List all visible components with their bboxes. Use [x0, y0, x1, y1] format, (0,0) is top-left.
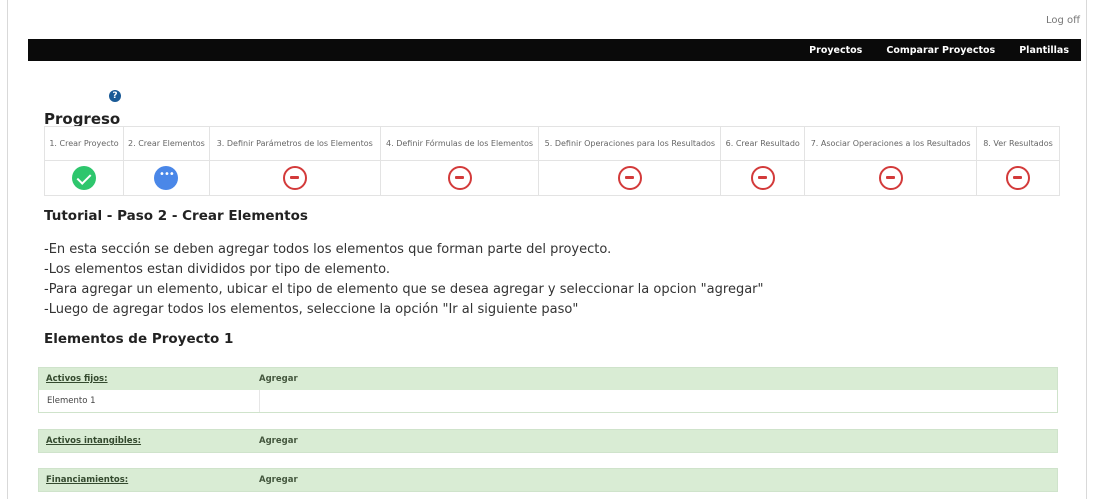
nav-comparar-proyectos[interactable]: Comparar Proyectos	[886, 45, 995, 56]
group-name-link[interactable]: Financiamientos:	[39, 475, 259, 485]
blocked-minus-icon	[878, 166, 903, 190]
blocked-minus-icon	[447, 166, 472, 190]
element-name[interactable]: Elemento 1	[39, 390, 260, 412]
nav-menu: Proyectos Comparar Proyectos Plantillas	[809, 39, 1081, 61]
step-label-4: 4. Definir Fórmulas de los Elementos	[379, 126, 540, 161]
group-name-link[interactable]: Activos intangibles:	[39, 436, 259, 446]
nav-plantillas[interactable]: Plantillas	[1019, 45, 1069, 56]
blocked-minus-icon	[750, 166, 775, 190]
tutorial-line: -Luego de agregar todos los elementos, s…	[44, 302, 579, 317]
in-progress-dots-icon[interactable]	[154, 166, 179, 190]
table-row: Elemento 1	[39, 390, 1057, 412]
tutorial-line: -Para agregar un elemento, ubicar el tip…	[44, 282, 764, 297]
step-label-6: 6. Crear Resultado	[720, 126, 806, 161]
blocked-minus-icon	[1006, 166, 1030, 190]
logoff-link[interactable]: Log off	[1046, 15, 1080, 26]
help-icon[interactable]: ?	[109, 90, 121, 102]
element-group-financiamientos: Financiamientos: Agregar	[38, 468, 1058, 492]
step-label-7: 7. Asociar Operaciones a los Resultados	[804, 126, 977, 161]
step-label-3: 3. Definir Parámetros de los Elementos	[208, 126, 381, 161]
top-navbar: Proyectos Comparar Proyectos Plantillas	[28, 39, 1081, 61]
blocked-minus-icon	[617, 166, 642, 190]
step-label-5: 5. Definir Operaciones para los Resultad…	[538, 126, 722, 161]
progress-steps-table: 1. Crear Proyecto 2. Crear Elementos 3. …	[44, 126, 1060, 196]
tutorial-text: -En esta sección se deben agregar todos …	[44, 240, 763, 320]
add-element-button[interactable]: Agregar	[259, 475, 298, 485]
element-group-activos-intangibles: Activos intangibles: Agregar	[38, 429, 1058, 453]
element-group-activos-fijos: Activos fijos: Agregar Elemento 1	[38, 367, 1058, 413]
check-circle-icon[interactable]	[71, 166, 96, 190]
step-label-1: 1. Crear Proyecto	[44, 126, 124, 161]
elements-title: Elementos de Proyecto 1	[44, 331, 234, 347]
nav-proyectos[interactable]: Proyectos	[809, 45, 862, 56]
add-element-button[interactable]: Agregar	[259, 374, 298, 384]
step-label-2: 2. Crear Elementos	[122, 126, 210, 161]
tutorial-title: Tutorial - Paso 2 - Crear Elementos	[44, 208, 308, 224]
tutorial-line: -En esta sección se deben agregar todos …	[44, 242, 612, 257]
tutorial-line: -Los elementos estan divididos por tipo …	[44, 262, 390, 277]
add-element-button[interactable]: Agregar	[259, 436, 298, 446]
step-label-8: 8. Ver Resultados	[976, 126, 1060, 161]
blocked-minus-icon	[282, 166, 307, 190]
group-name-link[interactable]: Activos fijos:	[39, 374, 259, 384]
